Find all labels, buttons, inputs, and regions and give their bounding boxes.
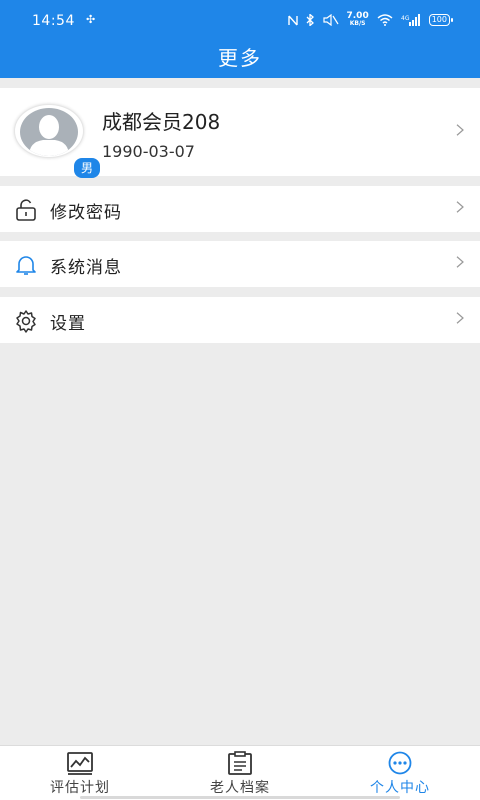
- avatar-frame: [14, 104, 84, 158]
- menu-item-system-messages[interactable]: 系统消息: [0, 241, 480, 287]
- profile-name: 成都会员208: [102, 110, 221, 134]
- chevron-right-icon: [456, 312, 464, 324]
- menu-item-label: 修改密码: [50, 203, 122, 223]
- avatar[interactable]: 男: [14, 104, 100, 178]
- status-icons: 7.00 KB/S 4G 100: [287, 12, 454, 28]
- bluetooth-icon: [306, 14, 314, 26]
- cellular-signal-icon: 4G: [401, 14, 420, 26]
- network-speed-unit: KB/S: [349, 20, 366, 27]
- network-speed: 7.00 KB/S: [347, 12, 369, 28]
- home-indicator: [80, 796, 400, 799]
- tab-label: 老人档案: [210, 780, 270, 796]
- menu-item-label: 设置: [50, 314, 86, 334]
- wifi-icon: [377, 14, 393, 26]
- bottom-tab-bar: 评估计划 老人档案 个人中心: [0, 745, 480, 800]
- profile-birthdate: 1990-03-07: [102, 142, 195, 161]
- status-bar: 14:54 ✣ 7.00 KB/S 4G 100: [0, 0, 480, 40]
- page-title: 更多: [218, 46, 262, 70]
- tab-elderly-records[interactable]: 老人档案: [160, 746, 320, 800]
- nfc-icon: [287, 15, 298, 25]
- gender-badge: 男: [74, 158, 100, 178]
- more-icon: [388, 751, 412, 775]
- clipboard-icon: [228, 751, 252, 775]
- profile-card[interactable]: 男 成都会员208 1990-03-07: [0, 88, 480, 178]
- gear-icon: [16, 310, 36, 333]
- tab-label: 评估计划: [50, 780, 110, 796]
- chevron-right-icon: [456, 201, 464, 213]
- menu-item-label: 系统消息: [50, 258, 122, 278]
- chevron-right-icon: [456, 256, 464, 268]
- chevron-right-icon: [456, 124, 464, 136]
- network-speed-value: 7.00: [346, 11, 369, 21]
- chart-icon: [67, 752, 93, 775]
- svg-text:4G: 4G: [401, 15, 410, 22]
- menu-item-change-password[interactable]: 修改密码: [0, 186, 480, 232]
- lock-icon: [16, 199, 36, 221]
- avatar-placeholder: [20, 108, 78, 156]
- location-indicator-icon: ✣: [86, 13, 96, 26]
- app-header: 14:54 ✣ 7.00 KB/S 4G 100 更多: [0, 0, 480, 78]
- tab-personal-center[interactable]: 个人中心: [320, 746, 480, 800]
- bell-icon: [16, 256, 36, 275]
- tab-assessment-plan[interactable]: 评估计划: [0, 746, 160, 800]
- status-time: 14:54: [32, 13, 75, 29]
- mute-icon: [322, 14, 339, 26]
- tab-label: 个人中心: [370, 780, 430, 796]
- user-silhouette-icon: [29, 115, 69, 156]
- battery-indicator: 100: [428, 14, 454, 26]
- menu-item-settings[interactable]: 设置: [0, 297, 480, 343]
